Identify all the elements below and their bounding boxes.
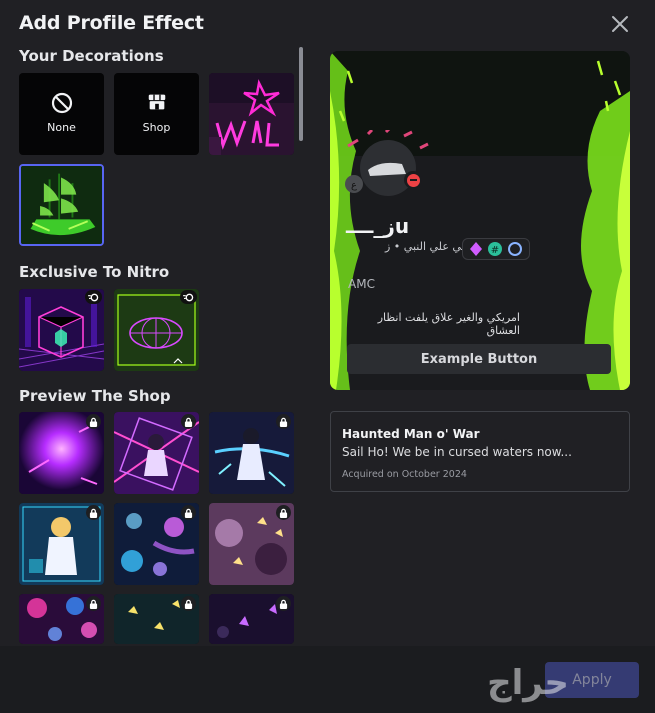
shop-effect-pink-bubbles[interactable] [19, 594, 104, 644]
lock-icon [276, 596, 291, 611]
section-title-nitro: Exclusive To Nitro [19, 263, 170, 281]
display-name: ز_ــــu [346, 214, 410, 238]
shop-effect-fireflies[interactable] [114, 594, 199, 644]
effect-title: Haunted Man o' War [342, 427, 480, 441]
lock-icon [276, 505, 291, 520]
shop-effect-bubbles[interactable] [114, 503, 199, 585]
section-title-decorations: Your Decorations [19, 47, 164, 65]
svg-text:#: # [491, 245, 499, 256]
hashtag-badge-icon: # [488, 242, 502, 256]
shop-effect-violet-leaves[interactable] [209, 594, 294, 644]
lock-icon [181, 596, 196, 611]
effect-description: Sail Ho! We be in cursed waters now... [342, 445, 572, 459]
shop-effect-purple-orb[interactable] [19, 412, 104, 494]
scrollbar[interactable] [299, 47, 303, 141]
effect-info-card: Haunted Man o' War Sail Ho! We be in cur… [330, 411, 630, 492]
pronouns: AMC [348, 277, 375, 291]
shop-effect-blue-warrior[interactable] [209, 412, 294, 494]
lock-icon [181, 505, 196, 520]
nitro-icon [85, 290, 102, 304]
shop-icon [114, 91, 199, 113]
lock-icon [86, 596, 101, 611]
lock-icon [181, 414, 196, 429]
badge-row: # [462, 238, 530, 260]
decoration-neon-effect[interactable] [209, 73, 294, 155]
decoration-shop[interactable]: Shop [114, 73, 199, 155]
decoration-none[interactable]: None [19, 73, 104, 155]
nitro-effect-neon-sphere[interactable] [114, 289, 199, 371]
shop-effect-cyber-girl[interactable] [19, 503, 104, 585]
lock-icon [276, 414, 291, 429]
none-icon [19, 91, 104, 115]
ghost-ship-thumbnail [21, 166, 102, 244]
lock-icon [86, 505, 101, 520]
modal-title: Add Profile Effect [19, 12, 204, 34]
shop-label: Shop [142, 121, 171, 134]
nitro-icon [180, 290, 197, 304]
nitro-gem-icon [470, 242, 482, 256]
svg-text:حراج: حراج [487, 663, 569, 703]
close-icon[interactable] [608, 12, 632, 36]
nitro-effect-cyber-cube[interactable] [19, 289, 104, 371]
decoration-haunted-ship[interactable] [19, 164, 104, 246]
dnd-status-icon [404, 171, 422, 189]
haraj-watermark: حراج [487, 663, 569, 703]
svg-text:ع: ع [351, 180, 357, 191]
lock-icon [86, 414, 101, 429]
section-title-shop: Preview The Shop [19, 387, 171, 405]
shop-effect-pink-petals[interactable] [209, 503, 294, 585]
boost-badge-icon [508, 242, 522, 256]
effect-acquired-date: Acquired on October 2024 [342, 469, 467, 480]
example-button[interactable]: Example Button [347, 344, 611, 374]
none-label: None [47, 121, 76, 134]
bio: امريكي والغير علاق يلفت انظار العشاق [377, 311, 520, 337]
neon-graffiti-thumbnail [209, 73, 294, 155]
shop-effect-anime-swordsman[interactable] [114, 412, 199, 494]
